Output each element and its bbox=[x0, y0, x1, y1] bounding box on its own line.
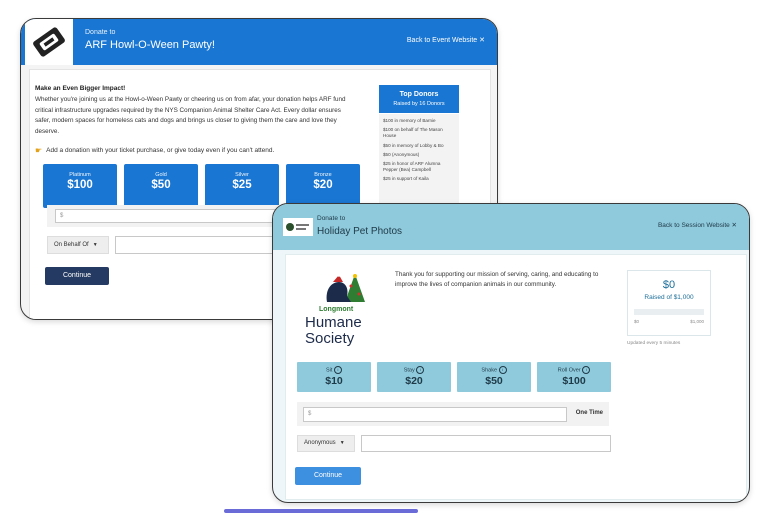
tier-name: Platinum bbox=[69, 172, 91, 178]
amount-row: $ bbox=[47, 205, 285, 227]
tier-amount: $100 bbox=[67, 179, 93, 191]
tier-bronze-button[interactable]: Bronze $20 bbox=[286, 164, 360, 208]
tier-amount: $20 bbox=[313, 179, 333, 191]
raised-goal: Raised of $1,000 bbox=[644, 294, 694, 301]
add-donation-text: Add a donation with your ticket purchase… bbox=[46, 147, 275, 154]
info-icon: i bbox=[498, 366, 507, 374]
top-donors-subtitle: Raised by 16 Donors bbox=[393, 101, 445, 107]
back-to-session-link[interactable]: Back to Session Website ✕ bbox=[658, 221, 737, 229]
tier-name: Silver bbox=[235, 172, 249, 178]
tier-amount: $10 bbox=[325, 375, 343, 387]
behalf-name-input[interactable] bbox=[115, 236, 285, 254]
frequency-selector[interactable]: One Time bbox=[576, 410, 603, 416]
list-item: $25 in support of Kaila bbox=[383, 176, 429, 182]
thank-you-message: Thank you for supporting our mission of … bbox=[395, 271, 599, 288]
campaign-title: ARF Howl-O-Ween Pawty! bbox=[85, 39, 215, 51]
tier-name: Shake bbox=[481, 367, 498, 374]
on-behalf-label: On Behalf Of bbox=[54, 242, 89, 248]
campaign-description: Whether you're joining us at the Howl-o-… bbox=[35, 96, 346, 135]
lhs-small-logo bbox=[283, 218, 313, 236]
org-name-line3: Society bbox=[305, 330, 355, 347]
tier-stay-button[interactable]: Stay i $20 bbox=[377, 362, 451, 392]
donor-name-input[interactable] bbox=[361, 435, 611, 452]
tier-amount: $50 bbox=[485, 375, 503, 387]
longmont-humane-society-logo: Longmont Humane Society bbox=[299, 272, 379, 352]
ticket-icon bbox=[33, 27, 65, 57]
tier-gold-button[interactable]: Gold $50 bbox=[124, 164, 198, 208]
raised-amount: $0 bbox=[662, 279, 676, 291]
tier-silver-button[interactable]: Silver $25 bbox=[205, 164, 279, 208]
update-frequency-note: Updated every 5 minutes bbox=[627, 341, 681, 346]
on-behalf-of-dropdown[interactable]: On Behalf Of ▼ bbox=[47, 236, 109, 254]
tier-amount: $20 bbox=[405, 375, 423, 387]
donate-to-label: Donate to bbox=[317, 215, 346, 222]
top-donors-title: Top Donors bbox=[399, 91, 439, 98]
org-name-line2: Humane bbox=[305, 314, 362, 331]
pointing-hand-icon: ☛ bbox=[35, 146, 43, 155]
continue-button[interactable]: Continue bbox=[295, 467, 361, 485]
amount-row: $ One Time bbox=[297, 402, 609, 426]
chevron-down-icon: ▼ bbox=[339, 440, 345, 446]
org-name-line1: Longmont bbox=[319, 306, 354, 313]
tier-shake-button[interactable]: Shake i $50 bbox=[457, 362, 531, 392]
progress-bar bbox=[634, 309, 704, 315]
paw-icon bbox=[286, 223, 309, 231]
progress-max: $1,000 bbox=[690, 319, 704, 324]
chevron-down-icon: ▼ bbox=[92, 242, 98, 248]
list-item: $25 in honor of ARF Alumna Pepper (Bea) … bbox=[383, 161, 441, 173]
bottom-edge-button[interactable] bbox=[224, 509, 418, 513]
progress-min: $0 bbox=[634, 319, 640, 324]
tier-platinum-button[interactable]: Platinum $100 bbox=[43, 164, 117, 208]
fundraising-progress-box: $0 Raised of $1,000 $0 $1,000 bbox=[627, 270, 711, 336]
amount-input[interactable]: $ bbox=[55, 209, 279, 223]
campaign-title: Holiday Pet Photos bbox=[317, 226, 403, 237]
top-donors-header: Top Donors Raised by 16 Donors bbox=[379, 85, 459, 113]
info-icon: i bbox=[582, 366, 591, 374]
dog-with-tree-icon bbox=[326, 273, 365, 302]
add-donation-note: ☛ Add a donation with your ticket purcha… bbox=[35, 146, 274, 155]
tier-amount: $25 bbox=[232, 179, 252, 191]
list-item: $100 on behalf of The Mason House bbox=[383, 127, 443, 139]
tier-name: Gold bbox=[155, 172, 167, 178]
impact-heading: Make an Even Bigger Impact! bbox=[35, 85, 126, 92]
header-bar: Donate to ARF Howl-O-Ween Pawty! Back to… bbox=[21, 19, 497, 65]
header-bar: Donate to Holiday Pet Photos Back to Ses… bbox=[273, 204, 749, 250]
tier-name: Stay bbox=[403, 367, 415, 374]
list-item: $50 in memory of Lobby & Bo bbox=[383, 142, 444, 148]
tier-name: Roll Over bbox=[557, 367, 581, 374]
tier-name: Sit bbox=[326, 367, 333, 374]
anonymous-label: Anonymous bbox=[304, 440, 336, 446]
tier-sit-button[interactable]: Sit i $10 bbox=[297, 362, 371, 392]
tier-name: Bronze bbox=[314, 172, 332, 178]
donate-to-label: Donate to bbox=[85, 29, 116, 36]
continue-button[interactable]: Continue bbox=[45, 267, 109, 285]
donation-window-lhs: Donate to Holiday Pet Photos Back to Ses… bbox=[272, 203, 750, 503]
tier-amount: $100 bbox=[562, 375, 586, 387]
list-item: $50 (Anonymous) bbox=[383, 151, 420, 157]
arf-logo bbox=[25, 19, 73, 65]
info-icon: i bbox=[416, 366, 425, 374]
list-item: $100 in memory of Barnie bbox=[383, 118, 436, 123]
anonymous-dropdown[interactable]: Anonymous ▼ bbox=[297, 435, 355, 452]
info-icon: i bbox=[333, 366, 342, 374]
back-to-event-link[interactable]: Back to Event Website ✕ bbox=[407, 36, 485, 44]
tier-roll-over-button[interactable]: Roll Over i $100 bbox=[537, 362, 611, 392]
tier-amount: $50 bbox=[151, 179, 171, 191]
amount-input[interactable]: $ bbox=[303, 407, 567, 422]
